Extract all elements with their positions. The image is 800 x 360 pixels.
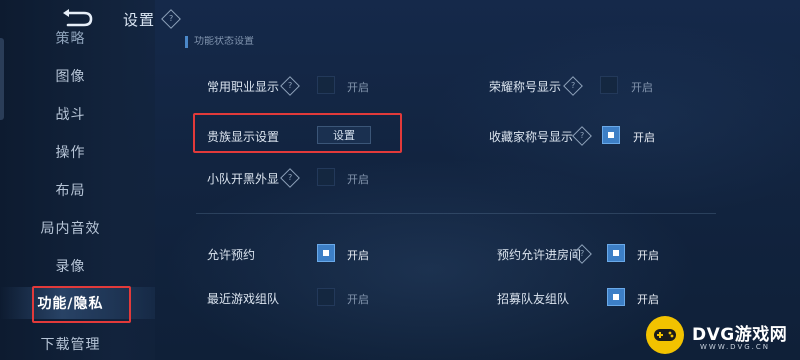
- sidebar-item-download-manager[interactable]: 下载管理: [0, 329, 155, 359]
- state-label: 开启: [637, 293, 659, 306]
- watermark-text: DVG游戏网: [692, 325, 788, 345]
- sidebar-item-replay[interactable]: 录像: [0, 251, 155, 281]
- state-label: 开启: [347, 81, 369, 94]
- state-label: 开启: [347, 173, 369, 186]
- checkbox-reservation-room[interactable]: [607, 244, 625, 262]
- section-divider: [196, 213, 716, 214]
- sidebar-item-graphics[interactable]: 图像: [0, 61, 155, 91]
- setting-label-team-display: 小队开黑外显: [207, 172, 280, 186]
- section-title: 功能状态设置: [185, 36, 254, 48]
- sidebar-item-controls[interactable]: 操作: [0, 137, 155, 167]
- checkbox-allow-reservation[interactable]: [317, 244, 335, 262]
- checkbox-honor-title[interactable]: [600, 76, 618, 94]
- state-label: 开启: [347, 293, 369, 306]
- watermark: DVG游戏网 WWW.DVG.CN: [640, 312, 800, 360]
- sidebar-item-label: 局内音效: [40, 221, 101, 237]
- checkbox-recent-team[interactable]: [317, 288, 335, 306]
- checkbox-common-role[interactable]: [317, 76, 335, 94]
- checkbox-team-display[interactable]: [317, 168, 335, 186]
- state-label: 开启: [633, 131, 655, 144]
- highlight-box-noble: [193, 113, 402, 153]
- setting-label-allow-reservation: 允许预约: [207, 248, 256, 262]
- setting-label-reservation-room: 预约允许进房间: [497, 248, 582, 262]
- sidebar-item-label: 图像: [55, 69, 86, 85]
- gamepad-logo-icon: [646, 316, 684, 354]
- setting-label-recruit-team: 招募队友组队: [497, 292, 570, 306]
- state-label: 开启: [631, 81, 653, 94]
- watermark-url: WWW.DVG.CN: [700, 343, 771, 351]
- state-label: 开启: [637, 249, 659, 262]
- gamepad-icon: [654, 329, 676, 341]
- sidebar-item-label: 策略: [55, 31, 86, 47]
- setting-label-common-role: 常用职业显示: [207, 80, 280, 94]
- state-label: 开启: [347, 249, 369, 262]
- page-title: 设置: [123, 11, 156, 29]
- sidebar-item-layout[interactable]: 布局: [0, 175, 155, 205]
- sidebar-item-label: 下载管理: [40, 337, 101, 353]
- sidebar-item-label: 布局: [55, 183, 86, 199]
- setting-label-recent-team: 最近游戏组队: [207, 292, 280, 306]
- sidebar-item-label: 操作: [55, 145, 86, 161]
- setting-label-honor-title: 荣耀称号显示: [489, 80, 562, 94]
- highlight-box-sidebar: [32, 286, 131, 323]
- setting-label-collector-title: 收藏家称号显示: [489, 130, 574, 144]
- sidebar-item-ingame-sound[interactable]: 局内音效: [0, 213, 155, 243]
- checkbox-collector-title[interactable]: [602, 126, 620, 144]
- sidebar-item-combat[interactable]: 战斗: [0, 99, 155, 129]
- checkbox-recruit-team[interactable]: [607, 288, 625, 306]
- sidebar-item-label: 录像: [55, 259, 86, 275]
- sidebar-item-label: 战斗: [55, 107, 86, 123]
